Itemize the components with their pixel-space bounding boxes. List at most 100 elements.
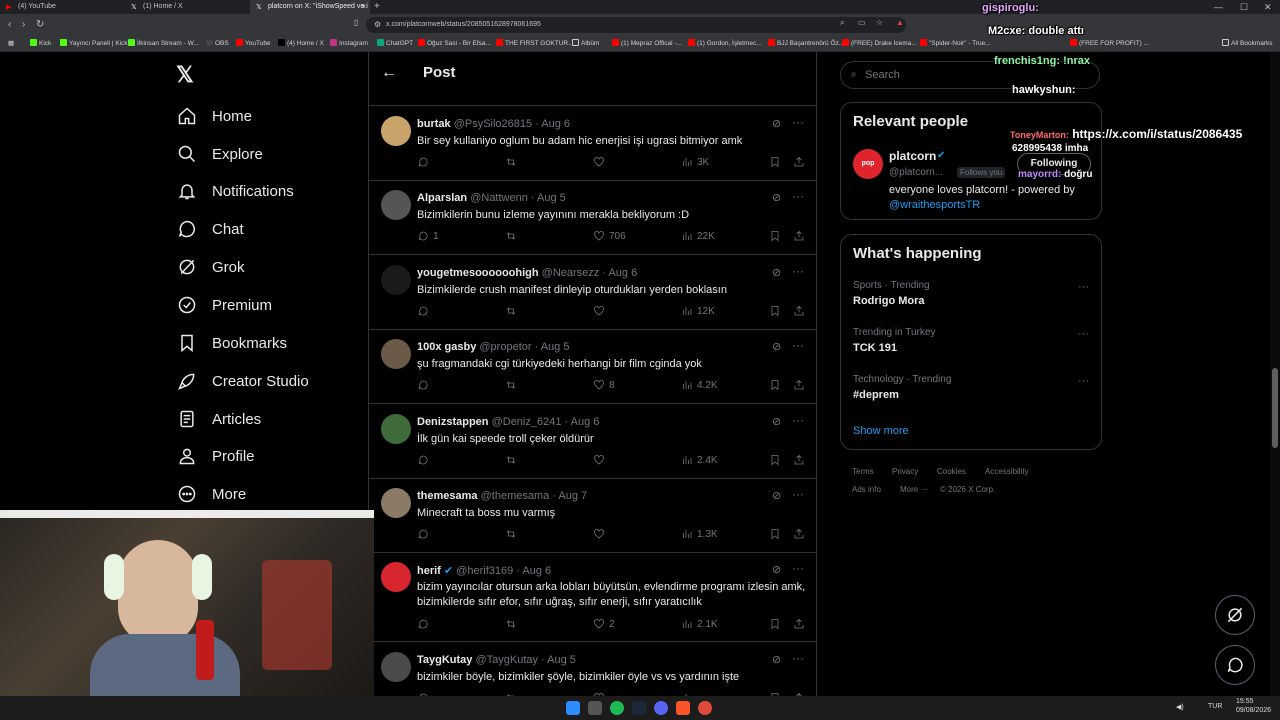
bookmark-item[interactable]: Oğuz Sasi - Bir Efsa... — [418, 39, 491, 47]
avatar[interactable] — [381, 414, 411, 444]
nav-articles[interactable]: Articles — [176, 405, 261, 433]
nav-creator-studio[interactable]: Creator Studio — [176, 367, 309, 395]
avatar[interactable]: pop — [853, 149, 883, 179]
start-icon[interactable] — [566, 701, 580, 715]
bookmark-item[interactable]: Yayıncı Paneli | Kick — [60, 39, 128, 47]
back-icon[interactable]: ‹ — [8, 19, 11, 30]
grok-icon[interactable]: ⊘ — [772, 191, 781, 204]
bookmark-button[interactable] — [769, 454, 785, 466]
like-button[interactable]: 2 — [593, 618, 615, 630]
bookmark-item[interactable]: BJJ Başantrenörü Öz... — [768, 39, 844, 47]
footer-link[interactable]: Ads info — [852, 485, 881, 494]
author-name[interactable]: Alparslan — [417, 192, 467, 204]
repost-button[interactable] — [505, 454, 521, 466]
author-handle-date[interactable]: @Nearsezz · Aug 6 — [542, 267, 638, 279]
reply-button[interactable]: 1 — [417, 230, 439, 242]
obs-icon[interactable] — [698, 701, 712, 715]
grok-icon[interactable]: ⊘ — [772, 340, 781, 353]
nav-home[interactable]: Home — [176, 102, 252, 130]
repost-button[interactable] — [505, 528, 521, 540]
spotify-icon[interactable] — [610, 701, 624, 715]
avatar[interactable] — [381, 116, 411, 146]
all-bookmarks-folder[interactable]: All Bookmarks — [1222, 39, 1273, 47]
discord-icon[interactable] — [654, 701, 668, 715]
like-button[interactable] — [593, 528, 609, 540]
reply-button[interactable] — [417, 305, 433, 317]
reload-icon[interactable]: ↻ — [36, 19, 44, 30]
bookmark-item[interactable]: YouTube — [236, 39, 271, 47]
reply-item[interactable]: themesama @themesama · Aug 7 ⊘ ··· Minecraf… — [369, 478, 816, 553]
reply-item[interactable]: Alparslan @Nattwenn · Aug 5 ⊘ ··· Bizimkile… — [369, 180, 816, 255]
views-button[interactable]: 2.1K — [681, 618, 718, 630]
like-button[interactable]: 706 — [593, 230, 626, 242]
author-handle-date[interactable]: @Deniz_6241 · Aug 6 — [492, 416, 600, 428]
more-options-icon[interactable]: ··· — [792, 189, 804, 203]
avatar[interactable] — [381, 265, 411, 295]
person-name[interactable]: platcorn — [889, 149, 936, 163]
back-arrow-icon[interactable]: ← — [381, 64, 397, 82]
author-handle-date[interactable]: @Nattwenn · Aug 5 — [470, 192, 566, 204]
browser-tab-home-x[interactable]: 𝕏 (1) Home / X — [125, 0, 250, 14]
extension-icon[interactable]: ▲ — [896, 18, 904, 27]
bio-mention-link[interactable]: @wraithesportsTR — [889, 199, 980, 211]
nav-profile[interactable]: Profile — [176, 442, 255, 470]
bookmark-item[interactable]: İlkinsan Stream - W... — [128, 39, 199, 47]
repost-button[interactable] — [505, 230, 521, 242]
nav-notifications[interactable]: Notifications — [176, 177, 294, 205]
reply-item[interactable]: Denizstappen @Deniz_6241 · Aug 6 ⊘ ··· İlk … — [369, 404, 816, 479]
reply-button[interactable] — [417, 156, 433, 168]
like-button[interactable] — [593, 156, 609, 168]
bookmark-button[interactable] — [769, 528, 785, 540]
author-name[interactable]: themesama — [417, 490, 478, 502]
url-field[interactable]: ⚙ x.com/platcornweb/status/2085051628978… — [366, 17, 906, 33]
share-button[interactable] — [793, 230, 809, 242]
share-button[interactable] — [793, 379, 809, 391]
clock-time[interactable]: 15:55 — [1236, 698, 1254, 705]
share-button[interactable] — [793, 528, 809, 540]
repost-button[interactable] — [505, 618, 521, 630]
grok-float-button[interactable] — [1215, 595, 1255, 635]
bookmark-item[interactable]: THE FIRST GOKTUR... — [496, 39, 574, 47]
browser-tab-youtube[interactable]: ▶ (4) YouTube — [0, 0, 125, 14]
reply-button[interactable] — [417, 454, 433, 466]
avatar[interactable] — [381, 488, 411, 518]
grok-icon[interactable]: ⊘ — [772, 117, 781, 130]
views-button[interactable]: 2.4K — [681, 454, 718, 466]
author-name[interactable]: 100x gasby — [417, 341, 476, 353]
nav-grok[interactable]: Grok — [176, 253, 245, 281]
show-more-link[interactable]: Show more — [853, 425, 909, 437]
nav-chat[interactable]: Chat — [176, 215, 244, 243]
bookmark-item[interactable]: "Spider-Noir" - True... — [920, 39, 991, 47]
reply-item[interactable]: burtak @PsySilo26815 · Aug 6 ⊘ ··· Bir sey … — [369, 106, 816, 181]
more-options-icon[interactable]: ··· — [792, 487, 804, 501]
author-name[interactable]: herif — [417, 565, 441, 577]
file-explorer-icon[interactable] — [588, 701, 602, 715]
repost-button[interactable] — [505, 305, 521, 317]
bookmark-button[interactable] — [769, 305, 785, 317]
author-name[interactable]: yougetmesoooooohigh — [417, 267, 539, 279]
trend-name[interactable]: Rodrigo Mora — [853, 295, 925, 307]
repost-button[interactable] — [505, 379, 521, 391]
views-button[interactable]: 3K — [681, 156, 709, 168]
bookmark-item[interactable]: (1) Gordon, İşletmec... — [688, 39, 762, 47]
views-button[interactable]: 1.3K — [681, 528, 718, 540]
zoom-icon[interactable]: ⌕ — [840, 18, 844, 28]
share-button[interactable] — [793, 305, 809, 317]
bookmark-item[interactable]: (4) Home / X — [278, 39, 324, 47]
views-button[interactable]: 4.2K — [681, 379, 718, 391]
new-tab-button[interactable]: + — [374, 1, 380, 12]
star-icon[interactable]: ☆ — [876, 18, 883, 27]
brave-icon[interactable] — [676, 701, 690, 715]
footer-link[interactable]: Privacy — [892, 467, 918, 476]
share-button[interactable] — [793, 618, 809, 630]
author-handle-date[interactable]: @themesama · Aug 7 — [481, 490, 588, 502]
trend-name[interactable]: TCK 191 — [853, 342, 897, 354]
reply-button[interactable] — [417, 379, 433, 391]
more-options-icon[interactable]: ··· — [792, 651, 804, 665]
language-indicator[interactable]: TUR — [1208, 703, 1222, 710]
bookmark-item[interactable]: Instagram — [330, 39, 368, 47]
more-options-icon[interactable]: ··· — [792, 115, 804, 129]
more-options-icon[interactable]: ··· — [792, 264, 804, 278]
clock-date[interactable]: 09/08/2026 — [1236, 707, 1271, 714]
forward-icon[interactable]: › — [22, 19, 25, 30]
